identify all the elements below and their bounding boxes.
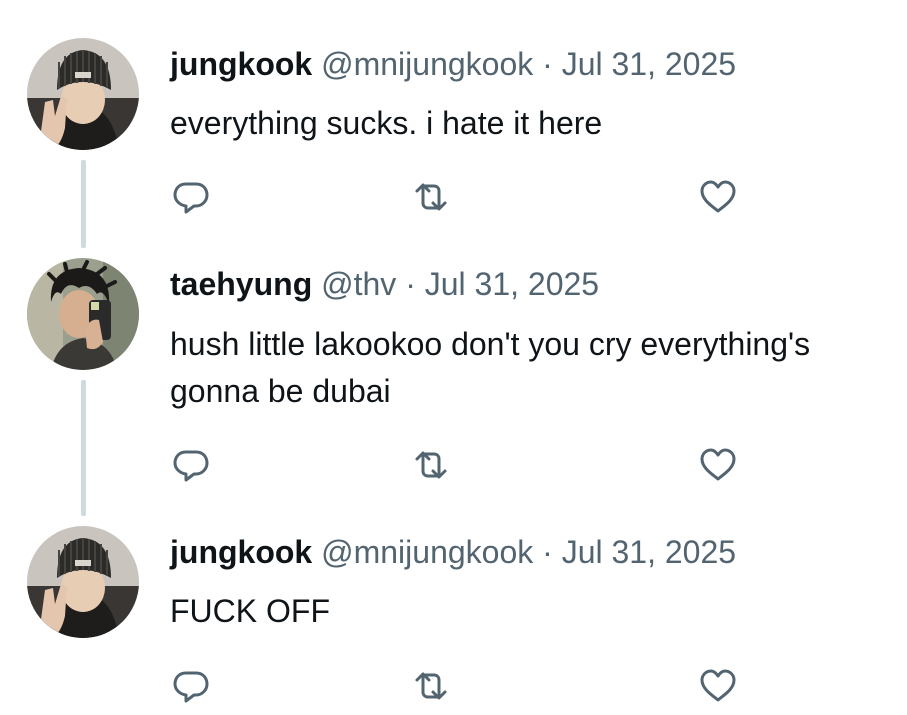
tweet-thread: jungkook @mnijungkook · Jul 31, 2025 eve…	[0, 0, 907, 715]
tweet[interactable]: taehyung @thv · Jul 31, 2025 hush little…	[0, 250, 907, 520]
display-name[interactable]: jungkook	[170, 534, 312, 570]
tweet-header: jungkook @mnijungkook · Jul 31, 2025	[170, 44, 736, 84]
heart-icon	[696, 664, 740, 708]
reply-icon	[169, 664, 213, 708]
like-button[interactable]	[696, 175, 740, 219]
display-name[interactable]: jungkook	[170, 46, 312, 82]
retweet-icon	[409, 664, 453, 708]
tweet-text: FUCK OFF	[170, 593, 330, 629]
avatar[interactable]	[27, 38, 139, 150]
heart-icon	[696, 175, 740, 219]
reply-icon	[169, 175, 213, 219]
tweet-header: jungkook @mnijungkook · Jul 31, 2025	[170, 532, 736, 572]
tweet-text: hush little lakookoo don't you cry every…	[170, 326, 811, 409]
tweet-meta[interactable]: @mnijungkook · Jul 31, 2025	[321, 46, 736, 82]
reply-button[interactable]	[169, 175, 213, 219]
tweet-text: everything sucks. i hate it here	[170, 105, 603, 141]
tweet-meta[interactable]: @thv · Jul 31, 2025	[321, 266, 599, 302]
retweet-icon	[409, 175, 453, 219]
reply-button[interactable]	[169, 443, 213, 487]
avatar[interactable]	[27, 258, 139, 370]
retweet-icon	[409, 443, 453, 487]
avatar[interactable]	[27, 526, 139, 638]
like-button[interactable]	[696, 664, 740, 708]
tweet[interactable]: jungkook @mnijungkook · Jul 31, 2025 FUC…	[0, 520, 907, 715]
tweet-meta[interactable]: @mnijungkook · Jul 31, 2025	[321, 534, 736, 570]
heart-icon	[696, 443, 740, 487]
retweet-button[interactable]	[409, 443, 453, 487]
like-button[interactable]	[696, 443, 740, 487]
tweet[interactable]: jungkook @mnijungkook · Jul 31, 2025 eve…	[0, 0, 907, 250]
retweet-button[interactable]	[409, 664, 453, 708]
reply-button[interactable]	[169, 664, 213, 708]
display-name[interactable]: taehyung	[170, 266, 312, 302]
tweet-header: taehyung @thv · Jul 31, 2025	[170, 264, 599, 304]
reply-icon	[169, 443, 213, 487]
retweet-button[interactable]	[409, 175, 453, 219]
